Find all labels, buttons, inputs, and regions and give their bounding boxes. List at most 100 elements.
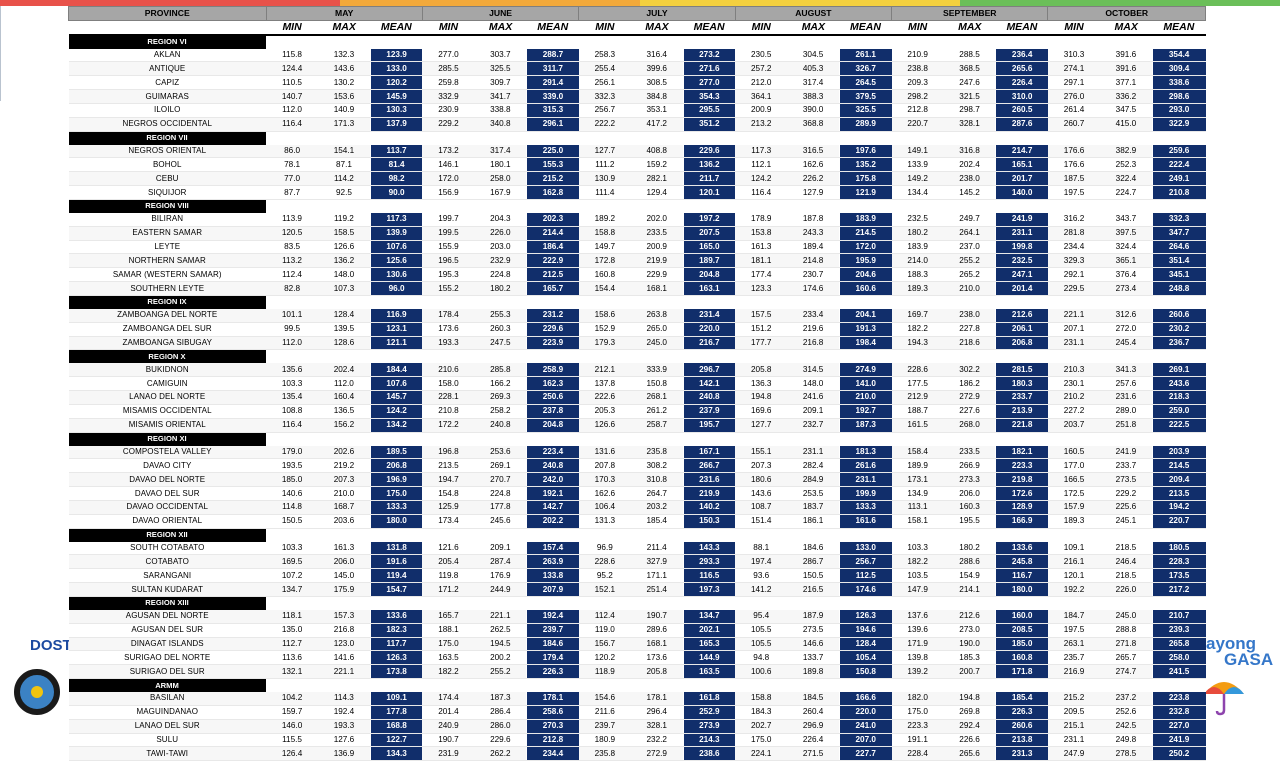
mean-cell: 165.3: [682, 637, 736, 652]
min-cell: 146.1: [422, 157, 475, 173]
mean-cell: 126.3: [838, 609, 892, 624]
table-row: SAMAR (WESTERN SAMAR) 112.4 148.0 130.6 195.…: [68, 267, 1206, 283]
max-cell: 219.9: [630, 253, 684, 269]
mean-cell: 243.6: [1151, 376, 1206, 392]
min-cell: 228.6: [578, 554, 631, 570]
max-cell: 324.4: [1100, 240, 1153, 255]
mean-cell: 250.6: [526, 390, 579, 405]
min-cell: 141.2: [735, 582, 788, 597]
max-cell: 233.5: [630, 226, 684, 241]
max-cell: 232.7: [787, 418, 840, 433]
mean-cell: 230.2: [1151, 322, 1206, 337]
max-cell: 114.2: [318, 171, 371, 187]
min-cell: 228.6: [891, 363, 944, 378]
min-cell: 281.8: [1047, 226, 1101, 241]
min-cell: 155.2: [422, 281, 475, 297]
min-cell: 210.3: [1047, 363, 1101, 378]
max-cell: 296.4: [630, 705, 684, 720]
table-row: ILOILO 112.0 140.9 130.3 230.9 338.8 315.3 256.…: [68, 103, 1206, 118]
max-cell: 139.5: [318, 322, 371, 337]
region-gap: [266, 295, 1206, 309]
max-cell: 238.0: [943, 171, 996, 187]
min-cell: 149.1: [891, 144, 944, 159]
max-cell: 209.1: [787, 404, 840, 419]
max-cell: 245.1: [1100, 514, 1153, 529]
mean-cell: 287.6: [995, 117, 1048, 132]
min-cell: 292.1: [1047, 267, 1101, 283]
min-cell: 103.3: [266, 376, 319, 392]
max-cell: 333.9: [630, 363, 684, 378]
region-gap: [266, 528, 1206, 542]
min-cell: 154.6: [578, 691, 631, 706]
mean-cell: 249.1: [1151, 171, 1206, 187]
province-name: GUIMARAS: [68, 89, 266, 105]
max-cell: 368.5: [943, 61, 996, 77]
mean-cell: 117.7: [369, 637, 423, 652]
mean-cell: 261.6: [838, 458, 892, 474]
mean-cell: 120.2: [369, 75, 423, 91]
region-label: REGION X: [68, 349, 266, 364]
mean-cell: 202.1: [682, 623, 736, 638]
min-cell: 106.4: [578, 500, 631, 515]
max-cell: 180.1: [474, 157, 527, 173]
min-cell: 147.9: [891, 582, 944, 597]
umbrella-icon: [1204, 682, 1244, 716]
mean-cell: 325.5: [838, 103, 892, 118]
min-cell: 364.1: [735, 89, 788, 105]
min-cell: 140.6: [266, 486, 319, 501]
mean-cell: 239.3: [1151, 623, 1206, 638]
mean-cell: 213.9: [995, 404, 1048, 419]
mean-cell: 237.9: [682, 404, 736, 419]
min-cell: 221.1: [1047, 308, 1101, 323]
max-cell: 240.8: [474, 418, 527, 433]
stat-header: MEAN: [370, 20, 423, 36]
mean-cell: 191.3: [838, 322, 892, 337]
region-row: REGION VI: [68, 34, 1206, 49]
mean-cell: 295.5: [682, 103, 736, 118]
min-cell: 160.8: [578, 267, 631, 283]
table-row: LANAO DEL SUR 146.0 193.3 168.8 240.9 286.0 27…: [68, 719, 1206, 734]
min-cell: 139.8: [891, 650, 944, 666]
min-cell: 210.2: [1047, 390, 1101, 405]
mean-cell: 137.9: [369, 117, 423, 132]
min-cell: 171.2: [422, 582, 475, 597]
max-cell: 278.5: [1100, 746, 1153, 761]
province-name: SULU: [68, 733, 266, 748]
mean-cell: 258.6: [526, 705, 579, 720]
mean-cell: 145.7: [369, 390, 423, 405]
max-cell: 195.5: [943, 514, 996, 529]
min-cell: 169.7: [891, 308, 944, 323]
mean-cell: 241.9: [1151, 733, 1206, 748]
mean-cell: 199.8: [995, 240, 1048, 255]
mean-cell: 214.4: [526, 226, 579, 241]
min-cell: 197.5: [1047, 185, 1101, 201]
mean-cell: 195.7: [682, 418, 736, 433]
max-cell: 202.6: [318, 445, 371, 460]
max-cell: 200.2: [474, 650, 527, 666]
region-name: REGION IX: [147, 297, 187, 307]
table-row: BUKIDNON 135.6 202.4 184.4 210.6 285.8 258.9 21…: [68, 363, 1206, 378]
max-cell: 203.6: [318, 514, 371, 529]
min-cell: 111.4: [578, 185, 631, 201]
mean-cell: 143.3: [682, 541, 736, 556]
mean-cell: 258.9: [526, 363, 579, 378]
min-cell: 260.7: [1047, 117, 1101, 132]
mean-cell: 298.6: [1151, 89, 1206, 105]
max-cell: 167.9: [474, 185, 527, 201]
mean-cell: 128.4: [838, 637, 892, 652]
max-cell: 175.9: [318, 582, 371, 597]
mean-cell: 273.9: [682, 719, 736, 734]
table-row: GUIMARAS 140.7 153.6 145.9 332.9 341.7 339.0 33…: [68, 89, 1206, 105]
mean-cell: 198.4: [838, 336, 892, 351]
min-cell: 194.7: [422, 472, 475, 488]
mean-cell: 223.9: [526, 336, 579, 351]
region-label: REGION XI: [68, 432, 266, 446]
min-cell: 329.3: [1047, 253, 1101, 269]
mean-cell: 252.9: [682, 705, 736, 720]
max-cell: 272.0: [1100, 322, 1153, 337]
min-cell: 215.1: [1047, 719, 1101, 734]
min-cell: 176.6: [1047, 144, 1101, 159]
min-cell: 112.0: [266, 336, 319, 351]
table-row: SURIGAO DEL NORTE 113.6 141.6 126.3 163.5 200…: [68, 650, 1206, 666]
max-cell: 202.4: [318, 363, 371, 378]
